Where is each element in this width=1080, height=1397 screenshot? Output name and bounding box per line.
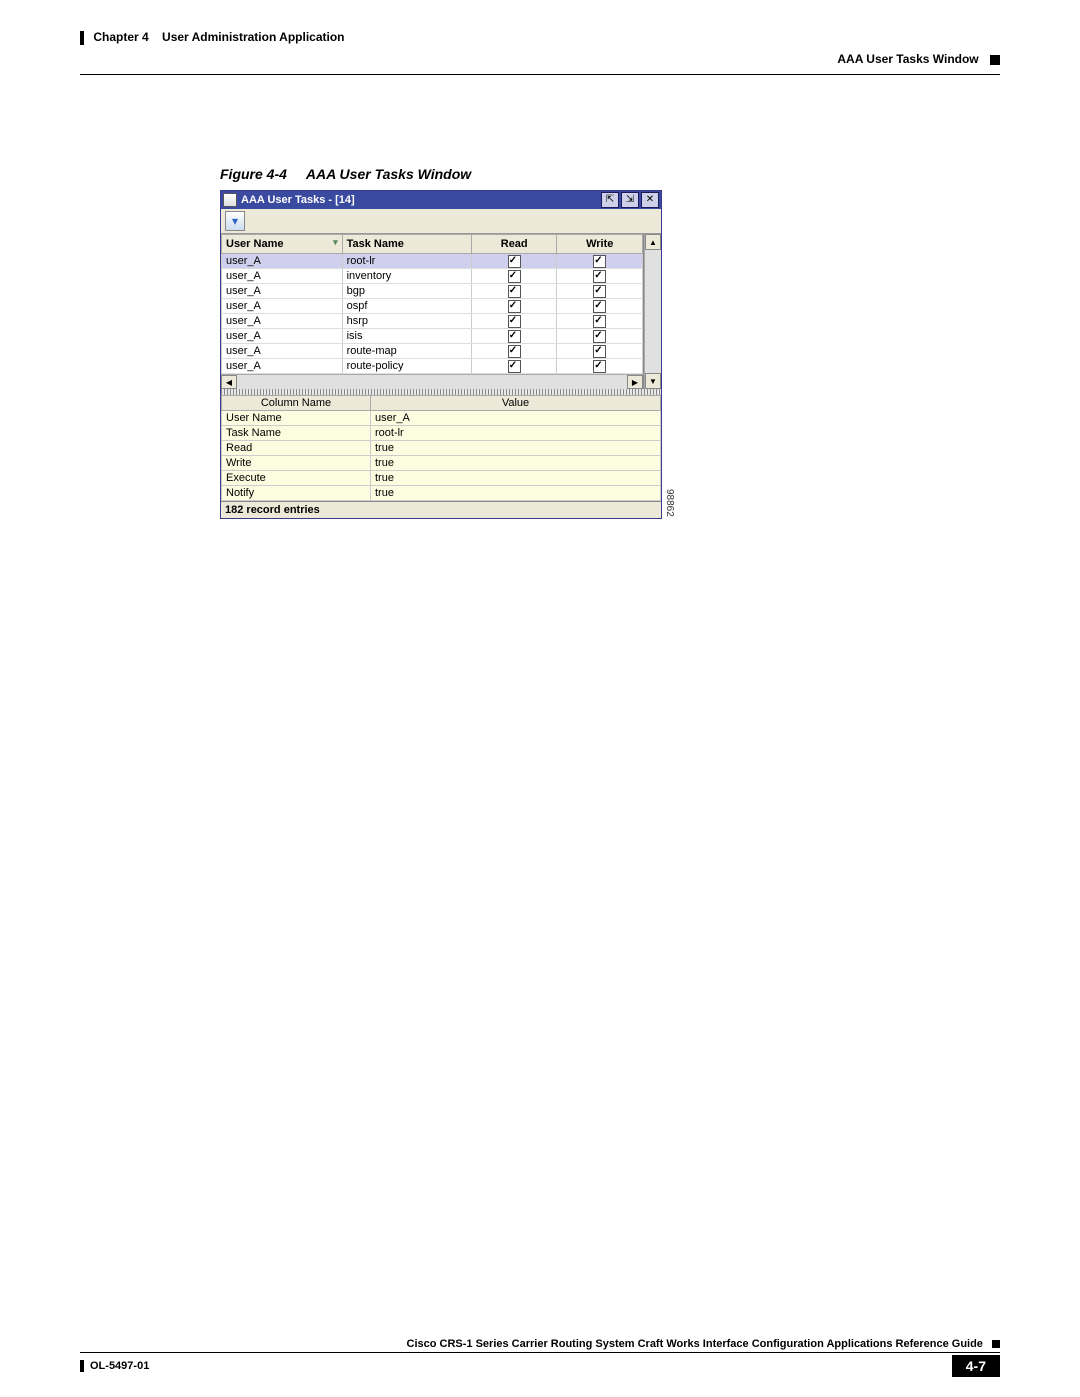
window-title: AAA User Tasks - [14] xyxy=(241,194,355,206)
maximize-button[interactable]: ⇲ xyxy=(621,192,639,208)
table-row[interactable]: user_Aroute-map xyxy=(222,344,643,359)
detail-row: Writetrue xyxy=(222,456,661,471)
detail-row: User Nameuser_A xyxy=(222,411,661,426)
checkbox-icon xyxy=(508,255,521,268)
chapter-label: Chapter 4 xyxy=(93,30,148,44)
table-row[interactable]: user_Aroot-lr xyxy=(222,254,643,269)
scroll-up-icon[interactable]: ▲ xyxy=(645,234,661,250)
col-write[interactable]: Write xyxy=(557,235,643,254)
checkbox-icon xyxy=(593,360,606,373)
checkbox-icon xyxy=(508,285,521,298)
col-task-name[interactable]: Task Name xyxy=(342,235,471,254)
guide-title: Cisco CRS-1 Series Carrier Routing Syste… xyxy=(407,1338,983,1350)
checkbox-icon xyxy=(508,270,521,283)
checkbox-icon xyxy=(593,255,606,268)
detail-row: Task Nameroot-lr xyxy=(222,426,661,441)
figure-caption: Figure 4-4 AAA User Tasks Window xyxy=(220,166,1000,182)
figure-code: 98862 xyxy=(664,489,675,519)
detail-table: Column Name Value User Nameuser_ATask Na… xyxy=(221,395,661,501)
checkbox-icon xyxy=(508,330,521,343)
checkbox-icon xyxy=(593,345,606,358)
status-bar: 182 record entries xyxy=(221,501,661,518)
vertical-scrollbar[interactable]: ▲ ▼ xyxy=(644,234,661,389)
table-row[interactable]: user_Aospf xyxy=(222,299,643,314)
checkbox-icon xyxy=(508,300,521,313)
checkbox-icon xyxy=(593,315,606,328)
table-row[interactable]: user_Abgp xyxy=(222,284,643,299)
close-button[interactable]: ✕ xyxy=(641,192,659,208)
checkbox-icon xyxy=(593,285,606,298)
detail-row: Notifytrue xyxy=(222,486,661,501)
page-footer: Cisco CRS-1 Series Carrier Routing Syste… xyxy=(80,1338,1000,1377)
detail-row: Executetrue xyxy=(222,471,661,486)
col-value[interactable]: Value xyxy=(371,396,661,411)
checkbox-icon xyxy=(593,300,606,313)
sort-indicator-icon: ▾ xyxy=(333,237,338,248)
scroll-down-icon[interactable]: ▼ xyxy=(645,373,661,389)
chapter-title: User Administration Application xyxy=(162,30,344,44)
page-header: Chapter 4 User Administration Applicatio… xyxy=(80,30,1000,66)
table-row[interactable]: user_Ainventory xyxy=(222,269,643,284)
checkbox-icon xyxy=(593,330,606,343)
table-row[interactable]: user_Aroute-policy xyxy=(222,359,643,374)
table-row[interactable]: user_Ahsrp xyxy=(222,314,643,329)
scroll-right-icon[interactable]: ▶ xyxy=(627,375,643,389)
horizontal-scrollbar[interactable]: ◀ ▶ xyxy=(221,374,643,389)
checkbox-icon xyxy=(593,270,606,283)
checkbox-icon xyxy=(508,360,521,373)
dock-button[interactable]: ⇱ xyxy=(601,192,619,208)
detail-row: Readtrue xyxy=(222,441,661,456)
page-number: 4-7 xyxy=(952,1355,1000,1377)
window-titlebar[interactable]: AAA User Tasks - [14] ⇱ ⇲ ✕ xyxy=(221,191,661,209)
section-title: AAA User Tasks Window xyxy=(837,52,978,66)
table-row[interactable]: user_Aisis xyxy=(222,329,643,344)
aaa-user-tasks-window: AAA User Tasks - [14] ⇱ ⇲ ✕ ▾ xyxy=(220,190,662,519)
filter-icon[interactable]: ▾ xyxy=(225,211,245,231)
toolbar: ▾ xyxy=(221,209,661,234)
checkbox-icon xyxy=(508,315,521,328)
doc-id: OL-5497-01 xyxy=(90,1360,149,1372)
scroll-left-icon[interactable]: ◀ xyxy=(221,375,237,389)
document-icon xyxy=(223,193,237,207)
col-name[interactable]: Column Name xyxy=(222,396,371,411)
checkbox-icon xyxy=(508,345,521,358)
col-read[interactable]: Read xyxy=(471,235,557,254)
col-user-name[interactable]: User Name ▾ xyxy=(222,235,343,254)
tasks-table[interactable]: User Name ▾ Task Name Read Write user_Ar… xyxy=(221,234,643,374)
